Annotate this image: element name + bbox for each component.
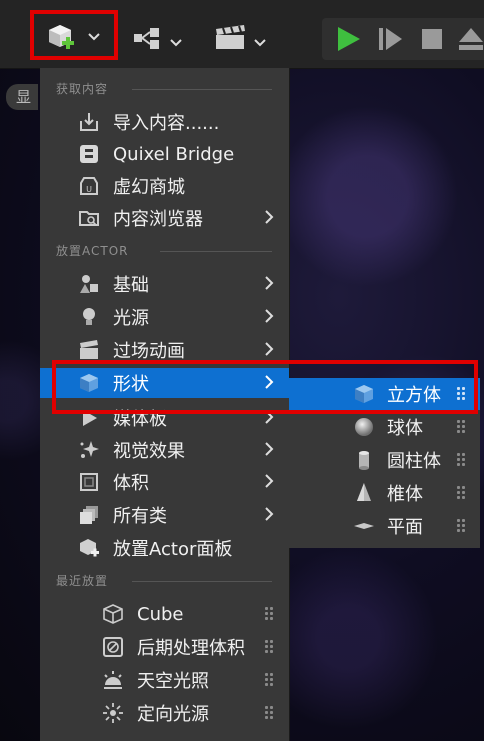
cone-icon (353, 482, 375, 504)
directional-light-icon (102, 702, 124, 724)
drag-handle-icon[interactable] (456, 518, 466, 534)
drag-handle-icon[interactable] (456, 419, 466, 435)
menu-item-volumes[interactable]: 体积 (40, 466, 289, 498)
drag-handle-icon[interactable] (456, 485, 466, 501)
recent-item-sky-light[interactable]: 天空光照 (40, 664, 289, 696)
submenu-item-label: 圆柱体 (387, 451, 441, 472)
content-browser-icon (78, 207, 100, 229)
menu-item-content-browser[interactable]: 内容浏览器 (40, 202, 289, 234)
drag-handle-icon[interactable] (456, 452, 466, 468)
menu-item-label: 视觉效果 (113, 441, 185, 462)
submenu-item-plane[interactable]: 平面 (289, 510, 480, 542)
shapes-highlight (52, 360, 478, 414)
cinematics-button[interactable] (210, 20, 272, 56)
chevron-right-icon (264, 441, 274, 460)
menu-item-label: 所有类 (113, 506, 167, 527)
drag-handle-icon[interactable] (264, 705, 274, 721)
play-controls (322, 18, 484, 60)
menu-item-quixel-bridge[interactable]: Quixel Bridge (40, 138, 289, 170)
menu-item-label: Quixel Bridge (113, 143, 235, 165)
drag-handle-icon[interactable] (264, 672, 274, 688)
submenu-item-cone[interactable]: 椎体 (289, 477, 480, 509)
sphere-icon (353, 416, 375, 438)
plane-icon (353, 515, 375, 537)
menu-item-import[interactable]: 导入内容...... (40, 106, 289, 138)
chevron-right-icon (264, 209, 274, 228)
submenu-item-label: 球体 (387, 418, 423, 439)
light-bulb-icon (78, 306, 100, 328)
clapperboard-icon (78, 339, 100, 361)
drag-handle-icon[interactable] (264, 606, 274, 622)
recent-item-directional-light[interactable]: 定向光源 (40, 697, 289, 729)
viewport-show-pill[interactable]: 显 (6, 84, 38, 110)
menu-item-label: 内容浏览器 (113, 209, 203, 230)
node-graph-icon (134, 28, 159, 49)
chevron-down-icon (254, 33, 266, 52)
drag-handle-icon[interactable] (264, 639, 274, 655)
section-divider (160, 251, 272, 252)
stop-icon[interactable] (420, 27, 444, 51)
play-icon[interactable] (334, 25, 362, 53)
import-icon (78, 111, 100, 133)
chevron-right-icon (264, 341, 274, 360)
menu-item-label: 后期处理体积 (137, 638, 245, 659)
main-toolbar (0, 0, 484, 69)
chevron-right-icon (264, 473, 274, 492)
section-divider (132, 581, 272, 582)
section-title-get-content: 获取内容 (56, 82, 109, 96)
viewport-background-left (0, 60, 40, 741)
menu-item-visual-effects[interactable]: 视觉效果 (40, 434, 289, 466)
menu-item-label: Cube (137, 603, 184, 625)
skip-icon[interactable] (376, 25, 404, 53)
menu-item-basic[interactable]: 基础 (40, 268, 289, 300)
chevron-right-icon (264, 275, 274, 294)
add-content-highlight (30, 10, 118, 60)
menu-item-lights[interactable]: 光源 (40, 301, 289, 333)
sky-light-icon (102, 669, 124, 691)
chevron-right-icon (264, 308, 274, 327)
basic-icon (78, 273, 100, 295)
bridge-icon (78, 143, 100, 165)
menu-item-marketplace[interactable]: U 虚幻商城 (40, 170, 289, 202)
chevron-down-icon (170, 33, 182, 52)
volume-icon (78, 471, 100, 493)
recent-item-post-process[interactable]: 后期处理体积 (40, 631, 289, 663)
menu-item-label: 虚幻商城 (113, 177, 185, 198)
submenu-item-label: 椎体 (387, 484, 423, 505)
sparkle-icon (78, 439, 100, 461)
section-divider (132, 89, 272, 90)
menu-item-place-actor-panel[interactable]: 放置Actor面板 (40, 532, 289, 564)
classes-icon (78, 504, 100, 526)
menu-item-label: 天空光照 (137, 671, 209, 692)
post-process-icon (102, 636, 124, 658)
recent-item-cube[interactable]: Cube (40, 598, 289, 630)
cylinder-icon (353, 449, 375, 471)
eject-icon[interactable] (458, 26, 484, 52)
menu-item-label: 光源 (113, 308, 149, 329)
marketplace-icon: U (78, 175, 100, 197)
submenu-item-cylinder[interactable]: 圆柱体 (289, 444, 480, 476)
menu-item-all-classes[interactable]: 所有类 (40, 499, 289, 531)
cube-outline-icon (102, 603, 124, 625)
submenu-item-sphere[interactable]: 球体 (289, 411, 480, 443)
submenu-item-label: 平面 (387, 517, 423, 538)
chevron-right-icon (264, 506, 274, 525)
blueprint-button[interactable] (128, 20, 188, 56)
place-actor-icon (78, 537, 100, 559)
menu-item-label: 放置Actor面板 (113, 539, 233, 560)
menu-item-label: 定向光源 (137, 704, 209, 725)
section-title-recent: 最近放置 (56, 574, 109, 588)
clapperboard-icon (216, 25, 245, 49)
menu-item-label: 导入内容...... (113, 113, 220, 134)
svg-text:U: U (86, 185, 92, 194)
section-title-place-actor: 放置ACTOR (56, 244, 129, 258)
menu-item-label: 基础 (113, 275, 149, 296)
menu-item-label: 体积 (113, 473, 149, 494)
